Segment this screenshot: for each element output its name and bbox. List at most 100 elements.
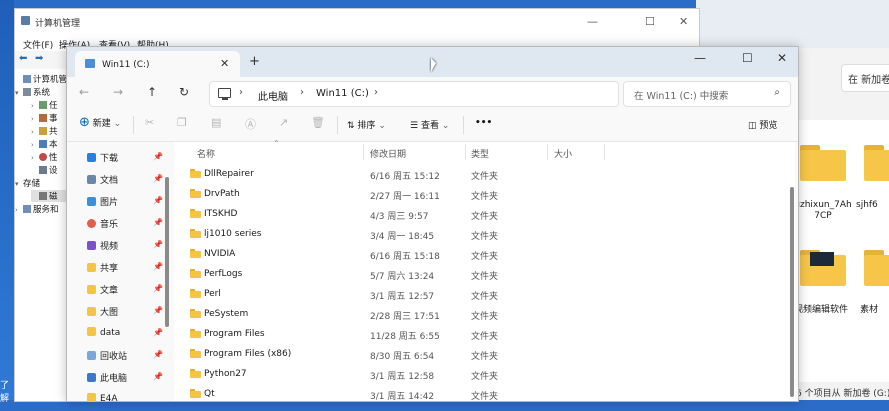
table-row[interactable]: ITSKHD 4/3 周三 9:57 文件夹	[174, 204, 789, 224]
folder-icon	[190, 389, 201, 398]
address-bar[interactable]: › 此电脑 › Win11 (C:) ›	[209, 81, 619, 107]
folder-icon	[190, 189, 201, 198]
chevron-right-icon[interactable]: ›	[300, 87, 304, 98]
nav-item-this-pc[interactable]: 此电脑 📌	[87, 371, 163, 389]
nav-item-music[interactable]: 音乐 📌	[87, 217, 163, 235]
table-row[interactable]: Program Files 11/28 周五 6:55 文件夹	[174, 324, 789, 344]
folder-icon	[190, 309, 201, 318]
drive-icon	[85, 59, 95, 68]
file-list-scrollbar[interactable]	[790, 187, 794, 397]
forward-arrow-icon[interactable]: ➡	[35, 53, 43, 64]
folder-icon	[190, 249, 201, 258]
search-box[interactable]: 在 Win11 (C:) 中搜索 ⌕	[623, 81, 791, 107]
table-row[interactable]: Perl 3/1 周五 12:57 文件夹	[174, 284, 789, 304]
back-arrow-icon[interactable]: ←	[79, 85, 89, 99]
new-button[interactable]: ⊕ 新建 ⌄	[79, 115, 121, 130]
cut-icon[interactable]: ✂	[145, 116, 154, 129]
more-options-button[interactable]: •••	[475, 118, 492, 128]
folder-icon[interactable]	[864, 145, 889, 181]
table-row[interactable]: Qt 3/1 周五 14:42 文件夹	[174, 384, 789, 404]
rename-icon[interactable]: Ⓐ	[245, 116, 256, 132]
search-icon: ⌕	[774, 87, 780, 98]
nav-item-videos[interactable]: 视频 📌	[87, 239, 163, 257]
computer-icon	[218, 88, 231, 98]
folder-icon	[190, 329, 201, 338]
table-row[interactable]: Program Files (x86) 8/30 周五 6:54 文件夹	[174, 344, 789, 364]
tab-win11-c[interactable]: Win11 (C:) ✕	[75, 51, 240, 77]
folder-icon	[87, 327, 96, 336]
pin-icon: 📌	[153, 284, 163, 293]
close-tab-icon[interactable]: ✕	[220, 57, 229, 70]
nav-item-e4a[interactable]: E4A	[87, 393, 118, 411]
folder-icon[interactable]	[800, 250, 846, 286]
preview-button[interactable]: ◫ 预览	[748, 118, 777, 131]
close-icon[interactable]: ✕	[777, 51, 787, 65]
refresh-icon[interactable]: ↻	[179, 85, 189, 99]
computer-icon	[87, 373, 96, 382]
picture-icon	[87, 197, 96, 206]
background-status-text: 6 个项目从 新加卷 (G:)	[796, 389, 889, 399]
view-icon: ☰	[410, 121, 419, 131]
nav-item-articles[interactable]: 文章 📌	[87, 283, 163, 301]
folder-icon	[87, 285, 96, 294]
bg-folder-label: sjhf6	[856, 200, 878, 210]
sort-button[interactable]: ⇅ 排序 ⌄	[347, 118, 386, 131]
nav-item-documents[interactable]: 文档 📌	[87, 173, 163, 191]
nav-item-large-images[interactable]: 大图 📌	[87, 305, 163, 323]
folder-icon	[190, 369, 201, 378]
pin-icon: 📌	[153, 240, 163, 249]
background-search-box[interactable]: 在 新加卷	[841, 64, 889, 92]
folder-icon	[190, 209, 201, 218]
copy-icon[interactable]: ❐	[177, 116, 187, 129]
back-arrow-icon[interactable]: ⬅	[19, 53, 27, 64]
delete-icon[interactable]: 🗑	[311, 116, 325, 129]
nav-item-downloads[interactable]: 下载 📌	[87, 151, 163, 169]
folder-icon	[87, 393, 96, 402]
table-row[interactable]: PeSystem 2/28 周三 17:51 文件夹	[174, 304, 789, 324]
table-row[interactable]: DrvPath 2/27 周一 16:11 文件夹	[174, 184, 789, 204]
explorer-window[interactable]: Win11 (C:) ✕ + — ☐ ✕ ← → ↑ ↻ › 此电脑 › Win…	[66, 46, 799, 404]
chevron-right-icon[interactable]: ›	[374, 87, 378, 98]
mouse-cursor-icon	[431, 58, 436, 72]
nav-item-data[interactable]: data 📌	[87, 327, 163, 345]
breadcrumb-win11-c[interactable]: Win11 (C:)	[316, 88, 369, 99]
view-button[interactable]: ☰ 查看 ⌄	[410, 118, 449, 131]
nav-item-pictures[interactable]: 图片 📌	[87, 195, 163, 213]
pin-icon: 📌	[153, 372, 163, 381]
paste-icon[interactable]: ▤	[211, 116, 221, 129]
table-row[interactable]: DllRepairer 6/16 周五 15:12 文件夹	[174, 164, 789, 184]
file-list: 名称 ⌃ 修改日期 类型 大小 DllRepairer 6/16 周五 15:12…	[174, 139, 795, 404]
nav-item-recycle-bin[interactable]: 回收站 📌	[87, 349, 163, 367]
maximize-icon[interactable]: ☐	[742, 51, 753, 65]
close-icon[interactable]: ✕	[679, 15, 688, 28]
minimize-icon[interactable]: —	[694, 51, 706, 65]
table-row[interactable]: PerfLogs 5/7 周六 13:24 文件夹	[174, 264, 789, 284]
pin-icon: 📌	[153, 218, 163, 227]
folder-icon[interactable]	[800, 145, 846, 181]
new-tab-button[interactable]: +	[249, 54, 260, 69]
table-row[interactable]: Python27 3/1 周五 12:58 文件夹	[174, 364, 789, 384]
menu-file[interactable]: 文件(F)	[23, 38, 53, 51]
chevron-right-icon[interactable]: ›	[239, 87, 243, 98]
share-icon[interactable]: ↗	[279, 116, 288, 129]
pin-icon: 📌	[153, 196, 163, 205]
bg-folder-label: 素材	[860, 305, 879, 315]
nav-scrollbar[interactable]	[165, 177, 169, 327]
minimize-icon[interactable]: —	[587, 15, 598, 28]
computer-management-icon	[21, 16, 30, 25]
search-placeholder: 在 Win11 (C:) 中搜索	[634, 91, 729, 102]
background-search-text: 在 新加卷	[848, 75, 889, 86]
cm-titlebar: 计算机管理 — ☐ ✕	[15, 9, 699, 35]
maximize-icon[interactable]: ☐	[645, 15, 655, 28]
nav-item-shared[interactable]: 共享 📌	[87, 261, 163, 279]
cm-title: 计算机管理	[35, 19, 81, 29]
desktop-caption: 了解	[0, 381, 10, 404]
up-arrow-icon[interactable]: ↑	[147, 85, 157, 99]
folder-icon[interactable]	[864, 250, 889, 286]
forward-arrow-icon[interactable]: →	[113, 85, 123, 99]
breadcrumb-this-pc[interactable]: 此电脑	[258, 88, 288, 103]
table-row[interactable]: NVIDIA 6/16 周五 15:18 文件夹	[174, 244, 789, 264]
music-icon	[87, 219, 96, 228]
table-row[interactable]: lj1010 series 3/4 周一 18:45 文件夹	[174, 224, 789, 244]
document-icon	[87, 175, 96, 184]
